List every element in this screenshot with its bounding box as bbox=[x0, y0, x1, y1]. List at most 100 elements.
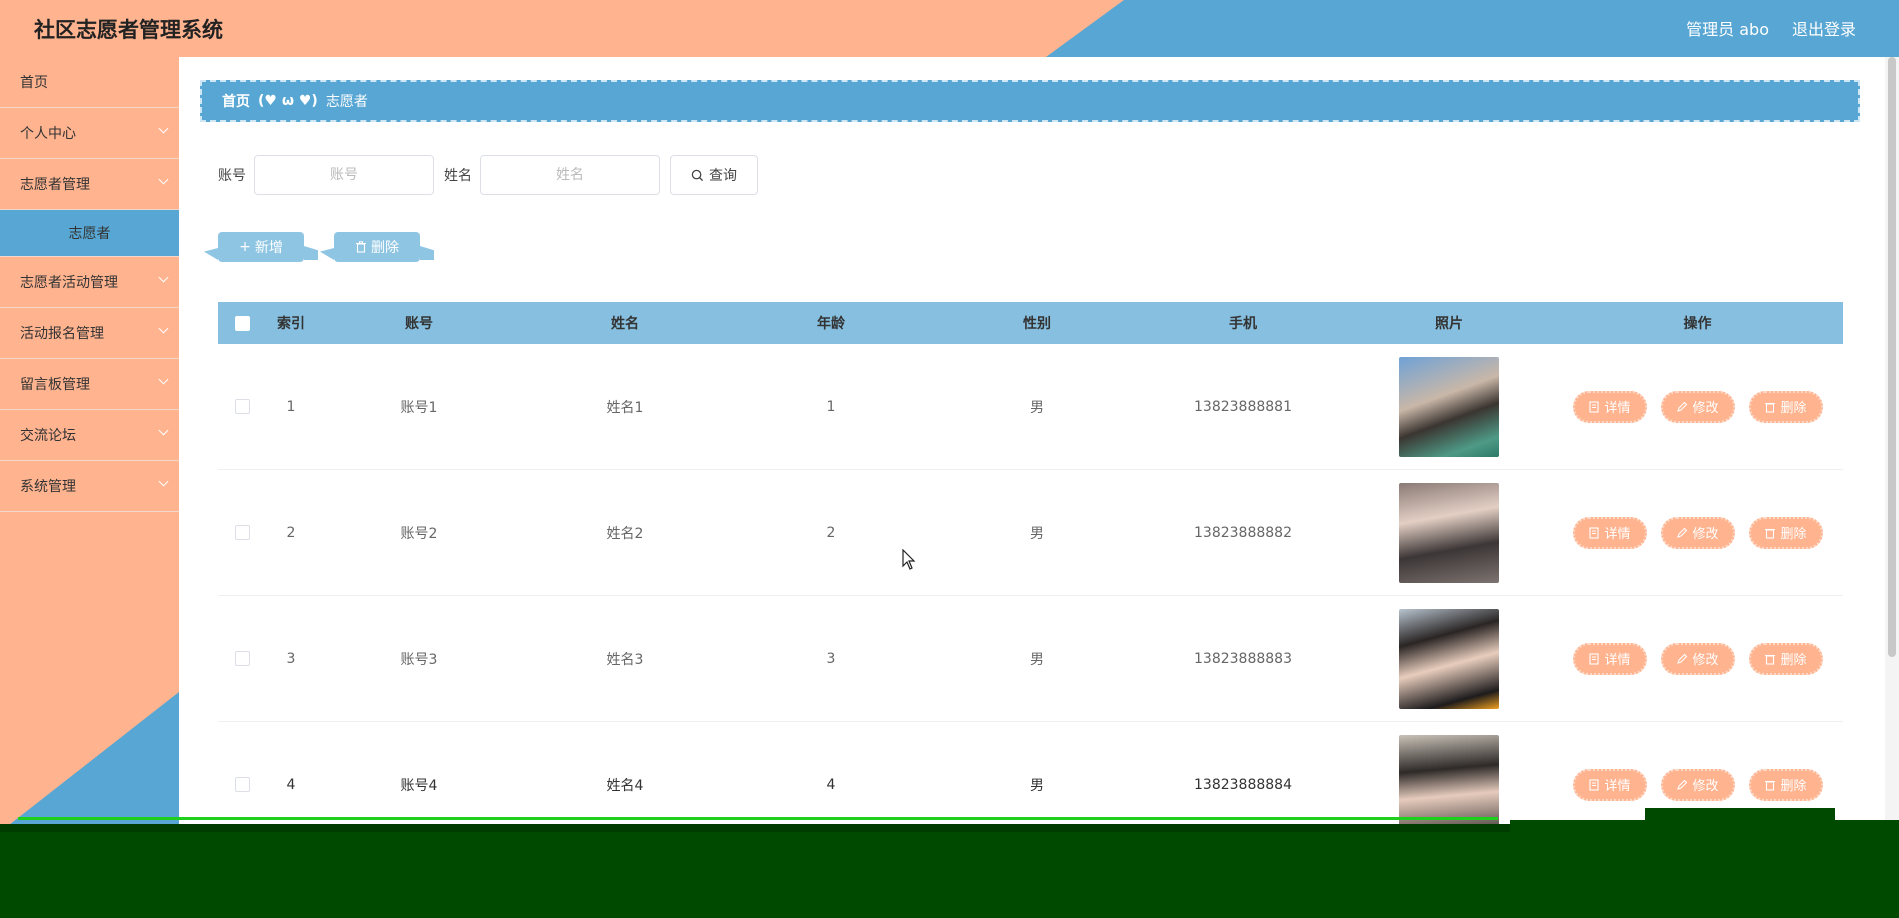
sidebar-item-label: 留言板管理 bbox=[20, 377, 90, 393]
row-checkbox[interactable] bbox=[234, 525, 250, 540]
table-row: 2 账号2 姓名2 2 男 13823888882 详情 修改 删除 bbox=[218, 470, 1843, 596]
edit-icon bbox=[1677, 653, 1688, 664]
plus-icon: + bbox=[239, 239, 251, 255]
sidebar-subitem-volunteer[interactable]: 志愿者 bbox=[0, 210, 179, 257]
edit-icon bbox=[1677, 401, 1688, 412]
document-icon bbox=[1589, 778, 1600, 791]
trash-icon bbox=[1765, 402, 1776, 413]
scrollbar-thumb[interactable] bbox=[1888, 57, 1896, 657]
table-row: 3 账号3 姓名3 3 男 13823888883 详情 修改 删除 bbox=[218, 596, 1843, 722]
sidebar-item-forum[interactable]: 交流论坛 bbox=[0, 410, 179, 461]
delete-button[interactable]: 删除 bbox=[1748, 768, 1823, 801]
sidebar-item-registration-management[interactable]: 活动报名管理 bbox=[0, 308, 179, 359]
mouse-cursor-icon bbox=[902, 549, 916, 570]
add-button-label: 新增 bbox=[254, 240, 283, 256]
detail-label: 详情 bbox=[1604, 779, 1631, 794]
cell-name: 姓名2 bbox=[606, 525, 644, 542]
edit-button[interactable]: 修改 bbox=[1660, 390, 1735, 423]
volunteer-photo bbox=[1399, 356, 1499, 457]
detail-label: 详情 bbox=[1604, 401, 1631, 416]
query-button[interactable]: 查询 bbox=[670, 155, 758, 195]
sidebar-item-label: 系统管理 bbox=[20, 479, 76, 495]
table-row: 1 账号1 姓名1 1 男 13823888881 详情 修改 删除 bbox=[218, 344, 1843, 470]
cell-gender: 男 bbox=[1030, 651, 1044, 668]
cell-phone: 13823888884 bbox=[1194, 776, 1292, 793]
cell-account: 账号3 bbox=[400, 651, 438, 668]
sidebar-item-home[interactable]: 首页 bbox=[0, 57, 179, 108]
edit-button[interactable]: 修改 bbox=[1660, 516, 1735, 549]
column-header: 性别 bbox=[1023, 316, 1051, 332]
column-header: 操作 bbox=[1683, 316, 1712, 332]
cell-phone: 13823888881 bbox=[1194, 398, 1292, 415]
volunteer-table: 索引 账号 姓名 年龄 性别 手机 照片 操作 1 账号1 姓名1 1 男 13… bbox=[218, 302, 1843, 848]
select-all-checkbox[interactable] bbox=[234, 315, 250, 331]
breadcrumb-separator: (♥ ω ♥) bbox=[258, 93, 318, 109]
sidebar-item-personal-center[interactable]: 个人中心 bbox=[0, 108, 179, 159]
chevron-down-icon bbox=[158, 174, 169, 185]
delete-button[interactable]: 删除 bbox=[1748, 642, 1823, 675]
account-label: 账号 bbox=[218, 168, 246, 184]
sidebar-corner-decoration bbox=[0, 692, 179, 832]
detail-label: 详情 bbox=[1604, 653, 1631, 668]
sidebar-item-label: 活动报名管理 bbox=[20, 326, 104, 342]
cell-age: 3 bbox=[826, 650, 836, 667]
volunteer-photo bbox=[1399, 482, 1499, 583]
delete-label: 删除 bbox=[1780, 401, 1807, 416]
action-bar: + 新增 删除 bbox=[218, 232, 420, 264]
batch-delete-button[interactable]: 删除 bbox=[334, 232, 420, 262]
detail-button[interactable]: 详情 bbox=[1572, 516, 1647, 549]
trash-icon bbox=[356, 241, 366, 253]
cell-account: 账号4 bbox=[400, 777, 438, 794]
detail-button[interactable]: 详情 bbox=[1572, 642, 1647, 675]
logout-link[interactable]: 退出登录 bbox=[1792, 16, 1856, 40]
chevron-down-icon bbox=[158, 374, 169, 385]
column-header: 照片 bbox=[1435, 316, 1463, 332]
sidebar-item-message-board[interactable]: 留言板管理 bbox=[0, 359, 179, 410]
sidebar-item-label: 个人中心 bbox=[20, 126, 76, 142]
sidebar-item-label: 志愿者 bbox=[68, 226, 111, 242]
row-checkbox[interactable] bbox=[234, 651, 250, 666]
delete-button[interactable]: 删除 bbox=[1748, 516, 1823, 549]
cell-phone: 13823888882 bbox=[1194, 524, 1292, 541]
edit-button[interactable]: 修改 bbox=[1660, 768, 1735, 801]
delete-label: 删除 bbox=[1780, 653, 1807, 668]
account-input[interactable]: 账号 bbox=[254, 155, 434, 195]
row-checkbox[interactable] bbox=[234, 399, 250, 414]
breadcrumb: 首页 (♥ ω ♥) 志愿者 bbox=[200, 80, 1860, 122]
sidebar-item-activity-management[interactable]: 志愿者活动管理 bbox=[0, 257, 179, 308]
trash-icon bbox=[1765, 780, 1776, 791]
name-input[interactable]: 姓名 bbox=[480, 155, 660, 195]
edit-label: 修改 bbox=[1692, 401, 1719, 416]
add-button[interactable]: + 新增 bbox=[218, 232, 304, 262]
edit-label: 修改 bbox=[1692, 527, 1719, 542]
top-bar-accent bbox=[0, 0, 1124, 57]
detail-button[interactable]: 详情 bbox=[1572, 768, 1647, 801]
sidebar-item-system-management[interactable]: 系统管理 bbox=[0, 461, 179, 512]
detail-button[interactable]: 详情 bbox=[1572, 390, 1647, 423]
cell-gender: 男 bbox=[1030, 399, 1044, 416]
chevron-down-icon bbox=[158, 272, 169, 283]
edit-label: 修改 bbox=[1692, 779, 1719, 794]
edit-button[interactable]: 修改 bbox=[1660, 642, 1735, 675]
vertical-scrollbar[interactable] bbox=[1885, 57, 1899, 832]
breadcrumb-home[interactable]: 首页 bbox=[222, 91, 250, 111]
top-bar: 社区志愿者管理系统 管理员 abo 退出登录 bbox=[0, 0, 1899, 57]
document-icon bbox=[1589, 526, 1600, 539]
sidebar-item-volunteer-management[interactable]: 志愿者管理 bbox=[0, 159, 179, 210]
cell-age: 1 bbox=[826, 398, 836, 415]
chevron-down-icon bbox=[158, 425, 169, 436]
app-title: 社区志愿者管理系统 bbox=[34, 18, 223, 42]
delete-button[interactable]: 删除 bbox=[1748, 390, 1823, 423]
row-checkbox[interactable] bbox=[234, 777, 250, 792]
column-header: 姓名 bbox=[611, 316, 639, 332]
cell-index: 4 bbox=[286, 776, 296, 793]
render-glitch-block bbox=[1510, 820, 1899, 832]
column-header: 手机 bbox=[1229, 316, 1257, 332]
cell-account: 账号1 bbox=[400, 399, 438, 416]
volunteer-photo bbox=[1399, 608, 1499, 709]
cell-age: 2 bbox=[826, 524, 836, 541]
cell-age: 4 bbox=[826, 776, 836, 793]
edit-icon bbox=[1677, 527, 1688, 538]
cell-gender: 男 bbox=[1030, 525, 1044, 542]
table-header: 索引 账号 姓名 年龄 性别 手机 照片 操作 bbox=[218, 302, 1843, 344]
